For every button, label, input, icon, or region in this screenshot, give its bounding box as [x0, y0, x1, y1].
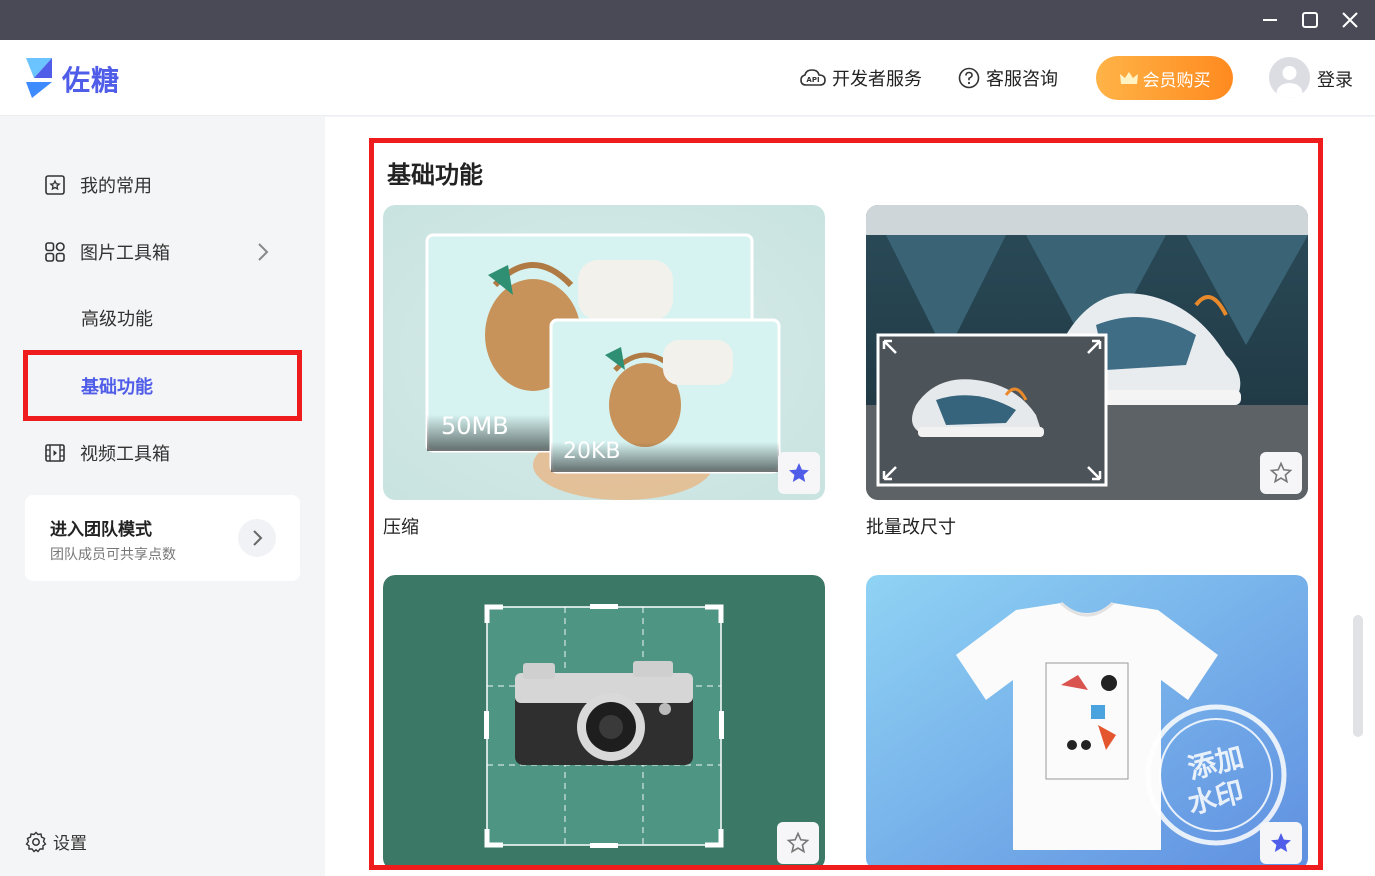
tool-card-label: 压缩: [383, 517, 419, 538]
sidebar-item-favorites[interactable]: 我的常用: [44, 170, 152, 200]
tool-card-watermark[interactable]: 添加 水印: [866, 575, 1308, 870]
sidebar-item-label: 视频工具箱: [80, 444, 170, 465]
avatar[interactable]: [1269, 57, 1310, 98]
developer-service-link[interactable]: API 开发者服务: [800, 64, 922, 92]
size-after-text: 20KB: [563, 439, 621, 464]
compress-illustration: 50MB 20KB: [383, 205, 825, 500]
tool-card-crop[interactable]: [383, 575, 825, 870]
main-content: 基础功能 50MB 20KB 压缩 批量改尺寸 添加 水印: [325, 117, 1375, 876]
team-mode-card[interactable]: 进入团队模式 团队成员可共享点数: [25, 495, 300, 581]
close-icon[interactable]: [1338, 8, 1362, 32]
favorite-star-button[interactable]: [777, 822, 819, 864]
highlight-box: [23, 350, 302, 421]
team-mode-title: 进入团队模式: [50, 520, 152, 540]
settings-label: 设置: [53, 834, 87, 854]
favorite-star-button[interactable]: [778, 452, 820, 494]
api-cloud-icon: API: [800, 69, 826, 86]
sidebar: 我的常用 图片工具箱 高级功能 基础功能 视频工具箱 进入团队模式 团队成员可共: [0, 117, 325, 876]
star-outline-icon: [786, 831, 810, 854]
sidebar-item-label: 图片工具箱: [80, 243, 170, 264]
window-titlebar: [0, 0, 1375, 40]
vip-purchase-button[interactable]: 会员购买: [1096, 56, 1233, 100]
favorite-star-button[interactable]: [1260, 822, 1302, 864]
sidebar-item-image-toolbox[interactable]: 图片工具箱: [44, 237, 170, 267]
batch-resize-illustration: [866, 205, 1308, 500]
vertical-scrollbar[interactable]: [1353, 615, 1363, 737]
star-filled-icon: [789, 463, 809, 482]
compress-thumbnail: 50MB 20KB: [383, 205, 825, 500]
watermark-thumbnail: 添加 水印: [866, 575, 1308, 870]
customer-service-label: 客服咨询: [986, 69, 1058, 90]
user-avatar-icon: [1276, 66, 1303, 98]
tool-card-batch-resize[interactable]: [866, 205, 1308, 500]
tool-card-compress[interactable]: 50MB 20KB: [383, 205, 825, 500]
sidebar-item-label: 我的常用: [80, 176, 152, 197]
sidebar-item-video-toolbox[interactable]: 视频工具箱: [44, 438, 170, 468]
gear-icon: [25, 831, 47, 853]
crown-icon: [1119, 72, 1138, 84]
size-before-text: 50MB: [441, 412, 509, 440]
maximize-icon[interactable]: [1298, 8, 1322, 32]
chevron-right-icon[interactable]: [255, 241, 271, 263]
crop-illustration: [383, 575, 825, 870]
favorite-star-button[interactable]: [1260, 452, 1302, 494]
watermark-illustration: 添加 水印: [866, 575, 1308, 870]
section-title: 基础功能: [387, 161, 483, 189]
team-mode-arrow-button[interactable]: [238, 519, 276, 557]
settings-button[interactable]: 设置: [25, 829, 87, 854]
app-name: 佐糖: [62, 64, 121, 97]
help-circle-icon: [958, 67, 980, 89]
batch-resize-thumbnail: [866, 205, 1308, 500]
star-filled-icon: [1271, 833, 1291, 852]
star-outline-icon: [1269, 461, 1293, 484]
chevron-right-icon: [253, 530, 263, 546]
vip-purchase-label: 会员购买: [1142, 70, 1211, 91]
app-logo-icon: [26, 58, 52, 98]
team-mode-subtitle: 团队成员可共享点数: [50, 547, 176, 563]
film-icon: [45, 444, 65, 462]
minimize-icon[interactable]: [1258, 8, 1282, 32]
crop-thumbnail: [383, 575, 825, 870]
login-link[interactable]: 登录: [1317, 66, 1353, 92]
tool-card-label: 批量改尺寸: [866, 517, 956, 538]
grid-apps-icon: [45, 242, 65, 262]
favorite-photo-icon: [45, 175, 65, 195]
app-header: 佐糖 API 开发者服务 客服咨询 会员购买 登录: [0, 40, 1375, 116]
customer-service-link[interactable]: 客服咨询: [958, 64, 1058, 92]
svg-text:API: API: [806, 76, 819, 84]
developer-service-label: 开发者服务: [832, 69, 922, 90]
sidebar-item-advanced[interactable]: 高级功能: [81, 305, 153, 331]
